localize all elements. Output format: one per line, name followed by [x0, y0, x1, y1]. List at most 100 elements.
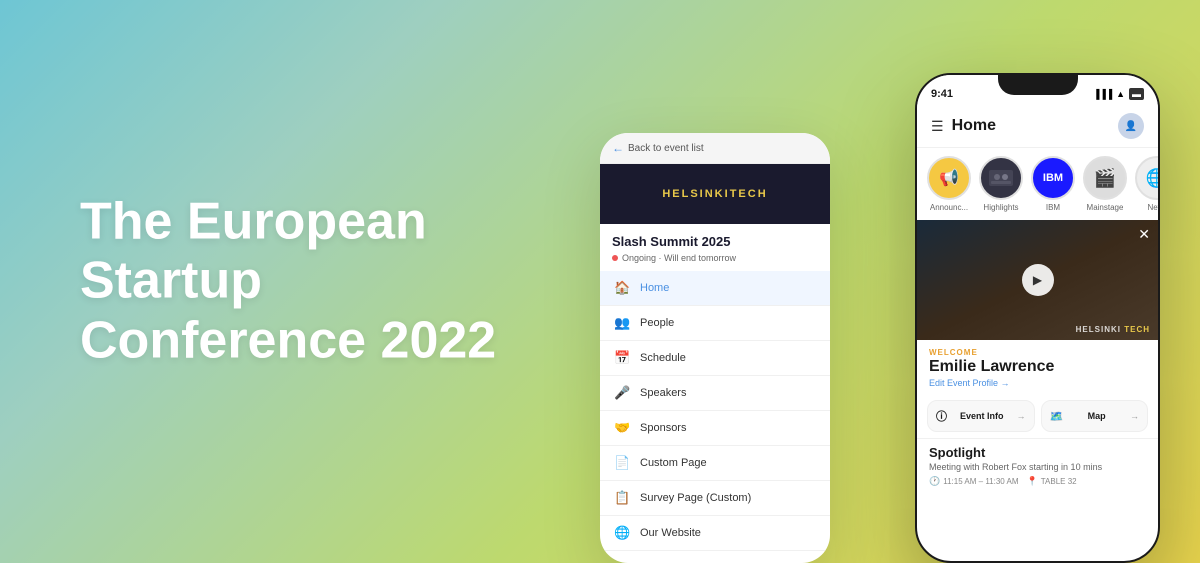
- avatar[interactable]: 👤: [1118, 113, 1144, 139]
- app-header: ☰ Home 👤: [917, 107, 1158, 148]
- battery-icon: ▬: [1129, 88, 1144, 100]
- circle-icon-announcements: 📢: [927, 156, 971, 200]
- menu-item-home[interactable]: 🏠 Home: [600, 271, 830, 306]
- video-thumbnail[interactable]: ▶ ✕ HELSINKI TECH: [917, 220, 1158, 340]
- spotlight-meta: 🕐 11:15 AM – 11:30 AM 📍 TABLE 32: [929, 476, 1146, 487]
- edit-profile-link[interactable]: Edit Event Profile →: [929, 378, 1146, 388]
- menu-label-speakers: Speakers: [640, 387, 686, 399]
- event-info-button[interactable]: ⓘ Event Info →: [927, 400, 1035, 432]
- notch: [998, 75, 1078, 95]
- people-icon: 👥: [614, 315, 630, 331]
- phone-back-menu: 🏠 Home 👥 People 📅 Schedule 🎤 Speakers 🤝: [600, 271, 830, 563]
- logo-main: HELSINKI: [662, 188, 729, 200]
- menu-item-people[interactable]: 👥 People: [600, 306, 830, 341]
- back-arrow-icon: ←: [612, 141, 624, 155]
- close-button[interactable]: ✕: [1138, 226, 1150, 243]
- play-button[interactable]: ▶: [1022, 264, 1054, 296]
- video-brand: HELSINKI TECH: [1076, 325, 1150, 334]
- spotlight-time: 🕐 11:15 AM – 11:30 AM: [929, 476, 1019, 487]
- location-icon: 📍: [1027, 476, 1038, 487]
- circle-label-mainstage: Mainstage: [1087, 203, 1124, 212]
- survey-icon: 📋: [614, 490, 630, 506]
- clock-icon: 🕐: [929, 476, 940, 487]
- hero-title: The European Startup Conference 2022: [80, 192, 560, 371]
- menu-item-custom-page[interactable]: 📄 Custom Page: [600, 446, 830, 481]
- welcome-label: WELCOME: [929, 348, 1146, 357]
- spotlight-location-text: TABLE 32: [1041, 477, 1077, 486]
- circle-icon-mainstage: 🎬: [1083, 156, 1127, 200]
- custom-page-icon: 📄: [614, 455, 630, 471]
- circle-item-network[interactable]: 🌐 Net...: [1135, 156, 1158, 212]
- circle-item-announcements[interactable]: 📢 Announc...: [927, 156, 971, 212]
- event-title: Slash Summit 2025: [600, 224, 830, 253]
- phone-back-header: ← Back to event list: [600, 133, 830, 164]
- circle-icon-highlights: [979, 156, 1023, 200]
- spotlight-section: Spotlight Meeting with Robert Fox starti…: [917, 438, 1158, 491]
- circle-label-ibm: IBM: [1046, 203, 1060, 212]
- status-text: Ongoing · Will end tomorrow: [622, 253, 736, 263]
- menu-label-schedule: Schedule: [640, 352, 686, 364]
- hero-section: The European Startup Conference 2022: [80, 192, 560, 371]
- signal-icon: ▐▐▐: [1093, 89, 1112, 99]
- background: The European Startup Conference 2022 ← B…: [0, 0, 1200, 563]
- spotlight-description: Meeting with Robert Fox starting in 10 m…: [929, 462, 1146, 472]
- circle-label-network: Net...: [1147, 203, 1158, 212]
- map-arrow: →: [1130, 411, 1139, 421]
- circles-row: 📢 Announc... Highlights I: [917, 148, 1158, 220]
- phones-container: ← Back to event list HELSINKITECH Slash …: [600, 20, 1160, 563]
- event-info-label: Event Info: [960, 411, 1004, 421]
- menu-label-sponsors: Sponsors: [640, 422, 686, 434]
- status-bar: 9:41 ▐▐▐ ▲ ▬: [917, 75, 1158, 107]
- spotlight-time-text: 11:15 AM – 11:30 AM: [943, 477, 1018, 486]
- logo-accent: TECH: [730, 188, 768, 200]
- website-icon: 🌐: [614, 525, 630, 541]
- circle-item-mainstage[interactable]: 🎬 Mainstage: [1083, 156, 1127, 212]
- edit-profile-text: Edit Event Profile →: [929, 378, 1010, 388]
- welcome-name: Emilie Lawrence: [929, 357, 1146, 376]
- status-icons: ▐▐▐ ▲ ▬: [1093, 88, 1144, 100]
- home-icon: 🏠: [614, 280, 630, 296]
- hamburger-icon[interactable]: ☰: [931, 118, 944, 135]
- phone-back-banner: HELSINKITECH: [600, 164, 830, 224]
- circle-label-announcements: Announc...: [930, 203, 968, 212]
- spotlight-title: Spotlight: [929, 445, 1146, 460]
- menu-label-survey: Survey Page (Custom): [640, 492, 751, 504]
- header-left: ☰ Home: [931, 117, 996, 135]
- menu-item-sponsors[interactable]: 🤝 Sponsors: [600, 411, 830, 446]
- home-screen-title: Home: [952, 117, 996, 135]
- circle-icon-ibm: IBM: [1031, 156, 1075, 200]
- menu-label-people: People: [640, 317, 674, 329]
- video-brand-accent: TECH: [1121, 325, 1150, 334]
- menu-item-schedule[interactable]: 📅 Schedule: [600, 341, 830, 376]
- menu-item-website[interactable]: 🌐 Our Website: [600, 516, 830, 551]
- status-time: 9:41: [931, 88, 953, 100]
- highlights-photo-svg: [989, 170, 1013, 186]
- circle-item-ibm[interactable]: IBM IBM: [1031, 156, 1075, 212]
- circle-item-highlights[interactable]: Highlights: [979, 156, 1023, 212]
- event-info-icon: ⓘ: [936, 408, 947, 424]
- event-info-arrow: →: [1016, 411, 1025, 421]
- map-label: Map: [1088, 411, 1106, 421]
- menu-label-home: Home: [640, 282, 669, 294]
- map-icon: 🗺️: [1050, 410, 1064, 423]
- menu-item-speakers[interactable]: 🎤 Speakers: [600, 376, 830, 411]
- back-label: Back to event list: [628, 143, 704, 154]
- circle-label-highlights: Highlights: [983, 203, 1018, 212]
- wifi-icon: ▲: [1116, 89, 1125, 99]
- sponsors-icon: 🤝: [614, 420, 630, 436]
- speakers-icon: 🎤: [614, 385, 630, 401]
- spotlight-location: 📍 TABLE 32: [1027, 476, 1077, 487]
- phone-front: 9:41 ▐▐▐ ▲ ▬ ☰ Home 👤 📢: [915, 73, 1160, 563]
- menu-label-website: Our Website: [640, 527, 701, 539]
- status-dot-icon: [612, 255, 618, 261]
- quick-links: ⓘ Event Info → 🗺️ Map →: [917, 394, 1158, 438]
- menu-item-survey[interactable]: 📋 Survey Page (Custom): [600, 481, 830, 516]
- circle-icon-network: 🌐: [1135, 156, 1158, 200]
- welcome-section: WELCOME Emilie Lawrence Edit Event Profi…: [917, 340, 1158, 394]
- phone-back: ← Back to event list HELSINKITECH Slash …: [600, 133, 830, 563]
- map-button[interactable]: 🗺️ Map →: [1041, 400, 1149, 432]
- menu-label-custom-page: Custom Page: [640, 457, 707, 469]
- schedule-icon: 📅: [614, 350, 630, 366]
- event-status: Ongoing · Will end tomorrow: [600, 253, 830, 271]
- helsinki-logo: HELSINKITECH: [662, 188, 767, 200]
